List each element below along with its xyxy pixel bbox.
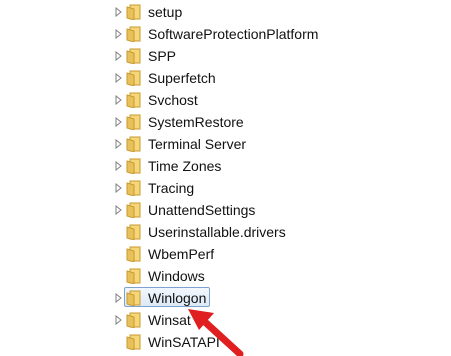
folder-icon — [126, 290, 143, 306]
expand-arrow-icon[interactable] — [115, 293, 123, 303]
folder-icon — [126, 136, 143, 152]
tree-item-setup[interactable]: setup — [0, 1, 451, 23]
expand-arrow-icon[interactable] — [115, 95, 123, 105]
folder-icon — [126, 158, 143, 174]
tree-item-superfetch[interactable]: Superfetch — [0, 67, 451, 89]
tree-item-terminal-server[interactable]: Terminal Server — [0, 133, 451, 155]
tree-item-label: SPP — [148, 48, 177, 64]
tree-item-label: Time Zones — [148, 158, 222, 174]
tree-item-label: setup — [148, 4, 183, 20]
tree-item-systemrestore[interactable]: SystemRestore — [0, 111, 451, 133]
tree-item-label: SoftwareProtectionPlatform — [148, 26, 319, 42]
tree-item-time-zones[interactable]: Time Zones — [0, 155, 451, 177]
tree-item-label: WbemPerf — [148, 246, 215, 262]
tree-item-label: Winsat — [148, 312, 191, 328]
tree-item-tracing[interactable]: Tracing — [0, 177, 451, 199]
folder-icon — [126, 268, 143, 284]
expand-arrow-icon[interactable] — [115, 315, 123, 325]
folder-icon — [126, 312, 143, 328]
folder-icon — [126, 48, 143, 64]
tree-item-label: Winlogon — [148, 290, 207, 306]
tree-item-label: Userinstallable.drivers — [148, 224, 286, 240]
tree-item-label: Terminal Server — [148, 136, 247, 152]
expand-arrow-icon[interactable] — [115, 7, 123, 17]
folder-icon — [126, 246, 143, 262]
tree-item-label: Windows — [148, 268, 205, 284]
tree-item-label: SystemRestore — [148, 114, 244, 130]
tree-item-label: Tracing — [148, 180, 195, 196]
tree-item-winlogon[interactable]: Winlogon — [0, 287, 451, 309]
expand-arrow-icon[interactable] — [115, 51, 123, 61]
tree-item-label: WinSATAPI — [148, 334, 220, 350]
tree-item-windows[interactable]: Windows — [0, 265, 451, 287]
tree-item-softwareprotectionplatform[interactable]: SoftwareProtectionPlatform — [0, 23, 451, 45]
folder-icon — [126, 92, 143, 108]
tree-item-spp[interactable]: SPP — [0, 45, 451, 67]
folder-icon — [126, 26, 143, 42]
tree-item-userinstallable-drivers[interactable]: Userinstallable.drivers — [0, 221, 451, 243]
expand-arrow-icon[interactable] — [115, 183, 123, 193]
tree-item-winsatapi[interactable]: WinSATAPI — [0, 331, 451, 353]
folder-icon — [126, 114, 143, 130]
tree-item-label: UnattendSettings — [148, 202, 256, 218]
tree-item-wbemperf[interactable]: WbemPerf — [0, 243, 451, 265]
folder-icon — [126, 180, 143, 196]
expand-arrow-icon[interactable] — [115, 73, 123, 83]
expand-arrow-icon[interactable] — [115, 117, 123, 127]
tree-item-winsat[interactable]: Winsat — [0, 309, 451, 331]
folder-icon — [126, 4, 143, 20]
expand-arrow-icon[interactable] — [115, 205, 123, 215]
folder-icon — [126, 224, 143, 240]
registry-tree: setup SoftwareProtectionPlatform SPP Sup… — [0, 0, 451, 356]
expand-arrow-icon[interactable] — [115, 29, 123, 39]
folder-icon — [126, 334, 143, 350]
tree-item-unattendsettings[interactable]: UnattendSettings — [0, 199, 451, 221]
tree-item-label: Superfetch — [148, 70, 216, 86]
expand-arrow-icon[interactable] — [115, 139, 123, 149]
folder-icon — [126, 70, 143, 86]
expand-arrow-icon[interactable] — [115, 161, 123, 171]
tree-item-svchost[interactable]: Svchost — [0, 89, 451, 111]
tree-item-label: Svchost — [148, 92, 198, 108]
folder-icon — [126, 202, 143, 218]
